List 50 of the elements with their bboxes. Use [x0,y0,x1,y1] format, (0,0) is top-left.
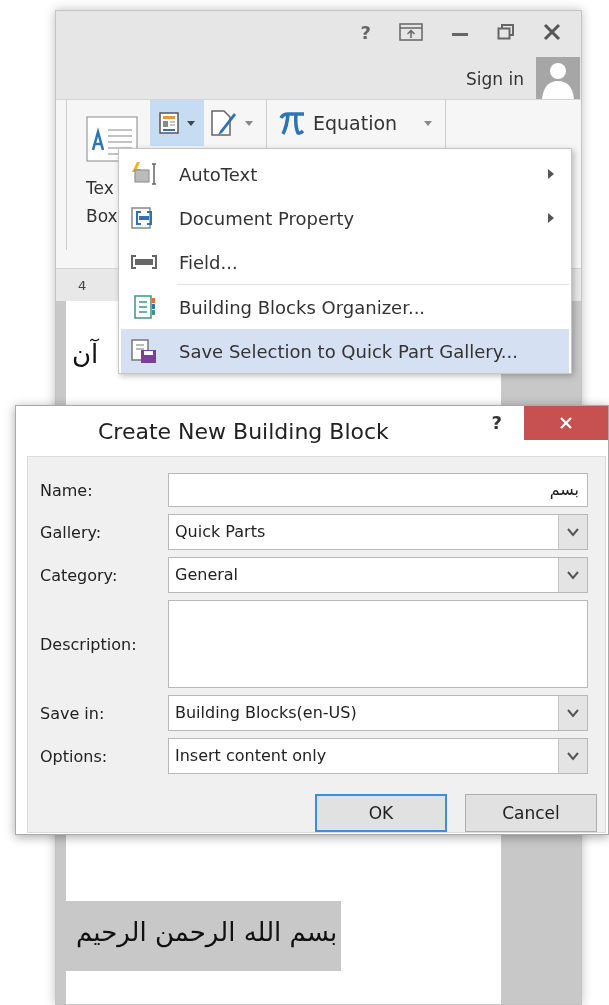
document-text: آن [71,337,100,371]
close-icon[interactable] [543,22,561,42]
field-label: Gallery: [40,522,103,542]
avatar-icon[interactable] [536,57,580,99]
ruler-number: 4 [78,277,87,293]
description-field[interactable] [168,600,588,688]
quick-parts-button[interactable] [150,100,204,146]
dropdown[interactable]: General [168,557,588,593]
save-selection-icon [129,338,159,364]
chevron-down-icon [566,751,580,761]
chevron-down-icon [566,570,580,580]
dropdown[interactable]: Quick Parts [168,514,588,550]
pi-icon [279,110,305,136]
caret-icon [186,119,196,127]
dialog-button[interactable]: Cancel [465,794,597,832]
menu-item[interactable]: Field... [121,240,569,284]
pen-document-icon [210,109,236,137]
dialog-button[interactable]: OK [315,794,447,832]
field-label: Save in: [40,703,106,723]
name-field[interactable]: بسم [168,473,588,507]
menu-item[interactable]: Building Blocks Organizer... [121,285,569,329]
field-label: Description: [40,634,138,654]
chevron-down-icon [566,708,580,718]
equation-button[interactable]: Equation [273,100,440,146]
restore-icon[interactable] [497,22,515,42]
submenu-arrow-icon [547,168,555,180]
close-icon [558,415,574,431]
caret-icon [244,119,254,127]
document-text: بسم الله الرحمن الرحيم [66,901,342,971]
menu-item[interactable]: Save Selection to Quick Part Gallery... [121,329,569,373]
submenu-arrow-icon [547,212,555,224]
field-label: Category: [40,565,119,585]
quick-parts-icon [158,111,180,135]
text-box-icon[interactable] [86,116,138,162]
field-label: Name: [40,480,94,500]
menu-item[interactable]: AutoText [121,152,569,196]
sign-in-link[interactable]: Sign in [466,69,524,89]
menu-item[interactable]: Document Property [121,196,569,240]
text-box-label: Tex [86,177,114,200]
autotext-icon [129,161,159,187]
help-button[interactable]: ? [360,21,371,43]
dropdown[interactable]: Insert content only [168,738,588,774]
dialog-title: Create New Building Block [98,418,390,444]
ribbon-display-icon[interactable] [399,22,423,42]
dropdown[interactable]: Building Blocks(en-US) [168,695,588,731]
chevron-down-icon [566,527,580,537]
help-button[interactable]: ? [491,412,502,433]
field-label: Options: [40,746,109,766]
caret-icon [423,119,434,127]
text-box-label: Box [86,205,118,228]
